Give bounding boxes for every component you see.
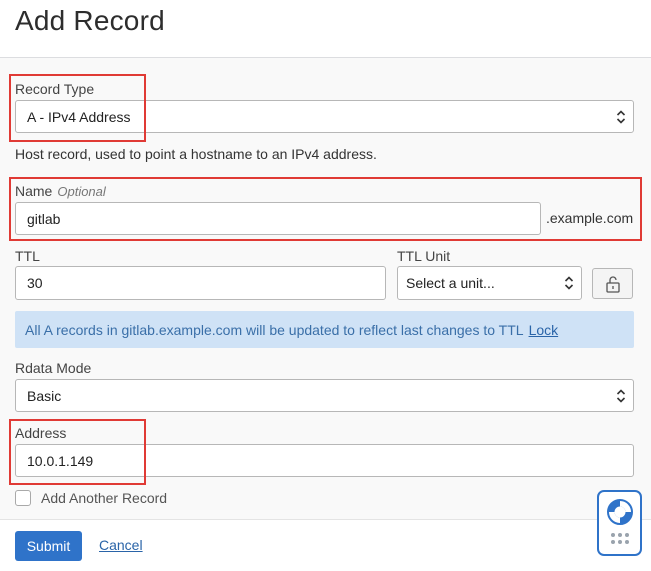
highlight-record-type (9, 74, 146, 142)
lifebuoy-icon (607, 499, 633, 544)
highlight-name (9, 177, 642, 241)
ttl-unit-label: TTL Unit (397, 248, 451, 264)
ttl-info-banner: All A records in gitlab.example.com will… (15, 311, 634, 348)
unlock-icon (605, 275, 620, 293)
dialog-header: Add Record (0, 0, 651, 58)
help-widget[interactable] (597, 490, 642, 556)
ttl-unit-select[interactable]: Select a unit... (397, 266, 582, 300)
page-title: Add Record (15, 5, 165, 36)
lock-link[interactable]: Lock (529, 322, 559, 338)
add-another-checkbox[interactable] (15, 490, 31, 506)
chevron-updown-icon (616, 388, 626, 403)
banner-text: All A records in gitlab.example.com will… (25, 321, 524, 338)
ttl-input-value: 30 (27, 275, 43, 291)
record-type-help: Host record, used to point a hostname to… (15, 146, 377, 162)
ttl-label: TTL (15, 248, 40, 264)
ttl-lock-button[interactable] (592, 268, 633, 299)
ttl-input[interactable]: 30 (15, 266, 386, 300)
add-another-label: Add Another Record (41, 490, 168, 506)
chevron-updown-icon (564, 276, 574, 290)
submit-button[interactable]: Submit (15, 531, 82, 561)
cancel-link[interactable]: Cancel (99, 537, 143, 553)
rdata-mode-select[interactable]: Basic (15, 379, 634, 412)
chevron-updown-icon (616, 109, 626, 124)
rdata-mode-label: Rdata Mode (15, 360, 92, 376)
highlight-address (9, 419, 146, 485)
rdata-mode-value: Basic (27, 387, 62, 404)
dialog-footer (0, 519, 651, 571)
ttl-unit-value: Select a unit... (406, 275, 495, 291)
